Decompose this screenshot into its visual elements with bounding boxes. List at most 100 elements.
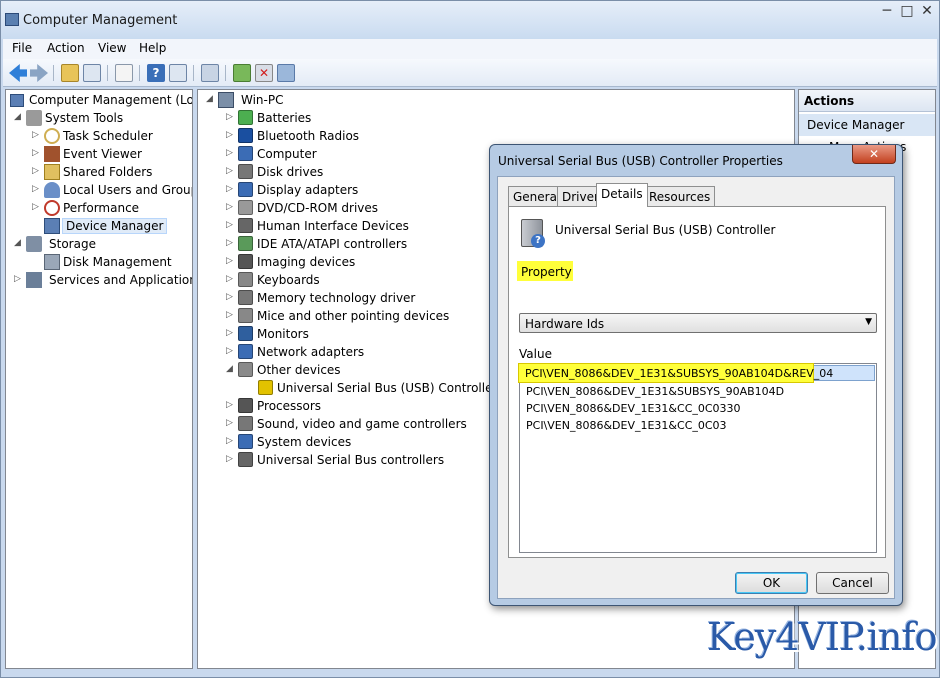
close-button[interactable]: ✕ [913,1,940,23]
ok-button[interactable]: OK [735,572,808,594]
device-category-label: Universal Serial Bus controllers [257,453,445,467]
expand-arrow-icon[interactable]: ▷ [226,148,236,158]
computer-root-icon [218,92,234,108]
actions-header: Actions [799,90,935,112]
expand-arrow-icon[interactable]: ▷ [226,112,236,122]
title-bar[interactable]: Computer Management ─ □ ✕ [1,1,939,39]
console-tree: Computer Management (Local ◢ System Tool… [5,89,193,669]
export-list-icon[interactable] [115,64,133,82]
property-dropdown[interactable]: Hardware Ids ▼ [519,313,877,333]
update-driver-icon[interactable] [233,64,251,82]
unknown-device-icon: ? [531,234,545,248]
dialog-title: Universal Serial Bus (USB) Controller Pr… [498,154,783,168]
device-category-label: Monitors [257,327,309,341]
bluetooth-icon [238,128,253,143]
tab-resources[interactable]: Resources [644,186,716,206]
device-category-label: Keyboards [257,273,320,287]
menu-bar: File Action View Help [3,39,937,59]
network-icon [238,344,253,359]
expand-arrow-icon[interactable]: ◢ [14,238,24,248]
expand-arrow-icon[interactable]: ▷ [226,436,236,446]
help-icon[interactable]: ? [147,64,165,82]
expand-arrow-icon[interactable]: ▷ [226,418,236,428]
expand-arrow-icon[interactable]: ▷ [226,256,236,266]
device-category-label: Other devices [257,363,341,377]
storage-icon [26,236,42,252]
up-folder-icon[interactable] [61,64,79,82]
device-category-label: Mice and other pointing devices [257,309,450,323]
tree-item-label: Services and Applications [49,273,193,287]
property-selected-value: Hardware Ids [525,317,605,331]
expand-arrow-icon[interactable]: ▷ [226,400,236,410]
value-item[interactable]: PCI\VEN_8086&DEV_1E31&SUBSYS_90AB104D [526,385,784,401]
services-icon [26,272,42,288]
value-item[interactable]: PCI\VEN_8086&DEV_1E31&CC_0C0330 [526,402,741,418]
warning-device-icon [258,380,273,395]
value-listbox[interactable]: PCI\VEN_8086&DEV_1E31&SUBSYS_90AB104D&RE… [518,363,877,553]
cancel-button[interactable]: Cancel [816,572,889,594]
tree-item-label: Shared Folders [63,165,153,179]
expand-arrow-icon[interactable]: ▷ [226,328,236,338]
tree-item-label: Task Scheduler [63,129,153,143]
expand-arrow-icon[interactable]: ▷ [32,184,42,194]
expand-arrow-icon[interactable]: ▷ [226,220,236,230]
expand-arrow-icon[interactable]: ▷ [32,130,42,140]
action-pane-icon[interactable] [169,64,187,82]
clock-icon [44,128,60,144]
expand-arrow-icon[interactable]: ◢ [14,112,24,122]
expand-arrow-icon[interactable]: ▷ [226,202,236,212]
menu-view[interactable]: View [98,41,126,55]
expand-arrow-icon[interactable]: ▷ [226,274,236,284]
tree-item-label: Local Users and Groups [63,183,193,197]
uninstall-icon[interactable]: ✕ [255,64,273,82]
users-icon [44,182,60,198]
expand-arrow-icon[interactable]: ▷ [226,238,236,248]
expand-arrow-icon[interactable]: ▷ [226,454,236,464]
tree-item-label: Device Manager [62,218,168,234]
device-category-label: IDE ATA/ATAPI controllers [257,237,408,251]
value-label: Value [519,347,552,361]
mouse-icon [238,308,253,323]
expand-arrow-icon[interactable]: ▷ [226,346,236,356]
device-category-label: Disk drives [257,165,324,179]
expand-arrow-icon[interactable]: ▷ [14,274,24,284]
toolbar: ? ✕ [3,59,937,87]
enable-device-icon[interactable] [277,64,295,82]
processor-icon [238,398,253,413]
menu-help[interactable]: Help [139,41,166,55]
expand-arrow-icon[interactable]: ▷ [226,184,236,194]
value-text: PCI\VEN_8086&DEV_1E31&SUBSYS_90AB104D&RE… [518,363,833,383]
window-title: Computer Management [23,13,178,28]
menu-file[interactable]: File [12,41,32,55]
watermark: Key4VIP.info [707,615,937,659]
forward-icon[interactable] [30,64,48,82]
performance-icon [44,200,60,216]
tools-icon [26,110,42,126]
disk-drive-icon [238,164,253,179]
expand-arrow-icon[interactable]: ◢ [226,364,236,374]
expand-arrow-icon[interactable]: ▷ [226,292,236,302]
tree-item-device-manager[interactable]: Device Manager [32,217,168,235]
menu-action[interactable]: Action [47,41,85,55]
details-panel: ? Universal Serial Bus (USB) Controller … [508,206,886,558]
scan-hardware-icon[interactable] [201,64,219,82]
value-item[interactable]: PCI\VEN_8086&DEV_1E31&CC_0C03 [526,419,727,435]
expand-arrow-icon[interactable]: ▷ [32,202,42,212]
expand-arrow-icon[interactable]: ▷ [32,148,42,158]
device-category-label: Universal Serial Bus (USB) Controller [277,381,498,395]
property-label-text: Property [521,265,572,279]
device-category-label: Computer [257,147,317,161]
expand-arrow-icon[interactable]: ▷ [226,130,236,140]
system-devices-icon [238,434,253,449]
back-icon[interactable] [9,64,27,82]
value-item-selected[interactable]: PCI\VEN_8086&DEV_1E31&SUBSYS_90AB104D&RE… [518,363,875,383]
actions-device-manager[interactable]: Device Manager [799,114,935,136]
expand-arrow-icon[interactable]: ▷ [32,166,42,176]
device-category-label: Processors [257,399,322,413]
tab-details[interactable]: Details [596,183,648,207]
expand-arrow-icon[interactable]: ▷ [226,310,236,320]
show-tree-icon[interactable] [83,64,101,82]
expand-arrow-icon[interactable]: ▷ [226,166,236,176]
dialog-close-button[interactable]: ✕ [852,145,896,164]
tree-item-label: Computer Management (Local [29,93,193,107]
